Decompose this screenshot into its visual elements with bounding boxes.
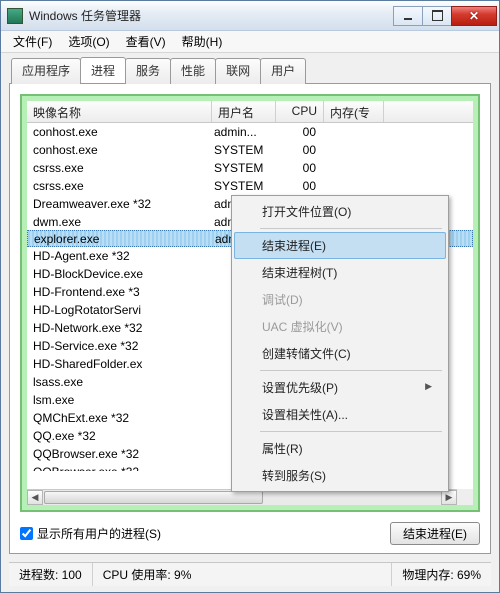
separator [260,370,442,371]
scroll-thumb[interactable] [44,491,263,504]
table-row[interactable]: csrss.exeSYSTEM00 [27,159,473,177]
col-memory[interactable]: 内存(专 [324,101,384,122]
menu-view[interactable]: 查看(V) [118,31,174,52]
ctx-create-dump[interactable]: 创建转储文件(C) [234,340,446,367]
menubar: 文件(F) 选项(O) 查看(V) 帮助(H) [1,31,499,53]
titlebar[interactable]: Windows 任务管理器 [1,1,499,31]
menu-options[interactable]: 选项(O) [60,31,117,52]
menu-file[interactable]: 文件(F) [5,31,60,52]
bottom-row: 显示所有用户的进程(S) 结束进程(E) [20,522,480,545]
show-all-users-checkbox[interactable]: 显示所有用户的进程(S) [20,525,390,542]
col-user-name[interactable]: 用户名 [212,101,276,122]
tab-performance[interactable]: 性能 [170,58,216,84]
window-title: Windows 任务管理器 [29,7,394,24]
col-cpu[interactable]: CPU [276,101,324,122]
tab-users[interactable]: 用户 [260,58,306,84]
menu-help[interactable]: 帮助(H) [174,31,231,52]
end-process-button[interactable]: 结束进程(E) [390,522,480,545]
tab-page-processes: 映像名称 用户名 CPU 内存(专 conhost.exeadmin...00c… [9,83,491,554]
show-all-users-input[interactable] [20,527,33,540]
tab-networking[interactable]: 联网 [215,58,261,84]
ctx-open-location[interactable]: 打开文件位置(O) [234,198,446,225]
table-row[interactable]: conhost.exeadmin...00 [27,123,473,141]
ctx-end-process-tree[interactable]: 结束进程树(T) [234,259,446,286]
scroll-corner [457,489,473,505]
ctx-debug: 调试(D) [234,286,446,313]
tabstrip: 应用程序 进程 服务 性能 联网 用户 [11,57,491,83]
ctx-end-process[interactable]: 结束进程(E) [234,232,446,259]
status-memory-usage: 物理内存: 69% [392,563,491,586]
ctx-uac-virtualization: UAC 虚拟化(V) [234,313,446,340]
separator [260,228,442,229]
scroll-left-button[interactable]: ◀ [27,490,43,505]
process-list-frame: 映像名称 用户名 CPU 内存(专 conhost.exeadmin...00c… [20,94,480,512]
separator [260,431,442,432]
ctx-goto-services[interactable]: 转到服务(S) [234,462,446,489]
status-process-count: 进程数: 100 [9,563,93,586]
maximize-button[interactable] [422,6,452,26]
table-row[interactable]: csrss.exeSYSTEM00 [27,177,473,195]
process-list[interactable]: 映像名称 用户名 CPU 内存(专 conhost.exeadmin...00c… [27,101,473,505]
status-bar: 进程数: 100 CPU 使用率: 9% 物理内存: 69% [9,562,491,586]
column-headers: 映像名称 用户名 CPU 内存(专 [27,101,473,123]
show-all-users-label: 显示所有用户的进程(S) [37,525,161,542]
scroll-right-button[interactable]: ▶ [441,490,457,505]
task-manager-window: Windows 任务管理器 文件(F) 选项(O) 查看(V) 帮助(H) 应用… [0,0,500,593]
minimize-button[interactable] [393,6,423,26]
tab-services[interactable]: 服务 [125,58,171,84]
close-button[interactable] [451,6,497,26]
ctx-properties[interactable]: 属性(R) [234,435,446,462]
col-image-name[interactable]: 映像名称 [27,101,212,122]
ctx-set-priority[interactable]: 设置优先级(P) [234,374,446,401]
table-row[interactable]: conhost.exeSYSTEM00 [27,141,473,159]
tab-applications[interactable]: 应用程序 [11,58,81,84]
ctx-set-affinity[interactable]: 设置相关性(A)... [234,401,446,428]
tab-processes[interactable]: 进程 [80,57,126,83]
client-area: 应用程序 进程 服务 性能 联网 用户 映像名称 用户名 CPU 内存(专 co… [1,53,499,560]
context-menu: 打开文件位置(O) 结束进程(E) 结束进程树(T) 调试(D) UAC 虚拟化… [231,195,449,492]
status-cpu-usage: CPU 使用率: 9% [93,563,393,586]
app-icon [7,8,23,24]
scroll-track[interactable] [43,490,441,505]
